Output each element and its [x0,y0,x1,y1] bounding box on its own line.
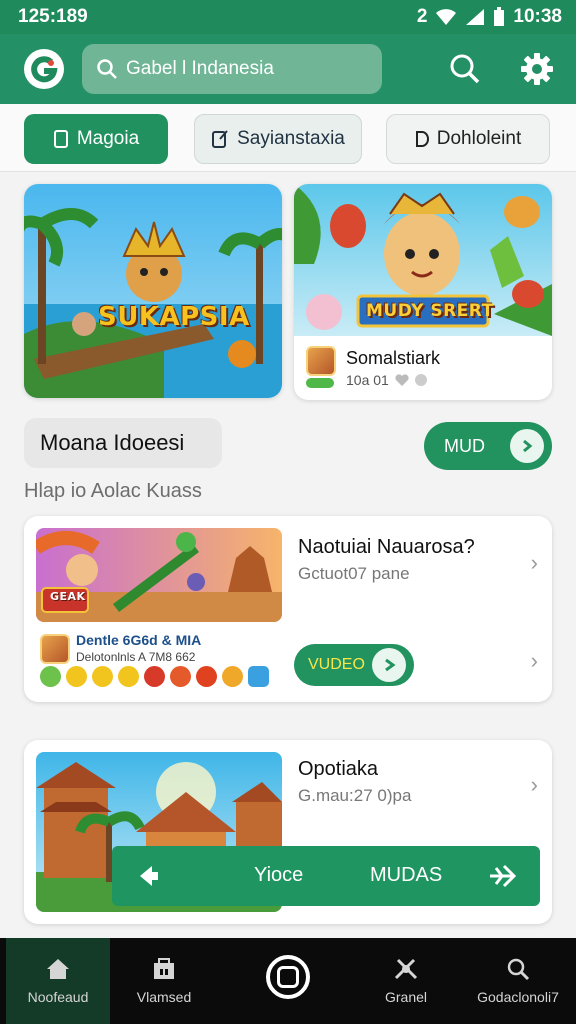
video-action-bar: Yioce MUDAS [112,846,540,906]
heart-icon [395,373,409,386]
nav-label: Noofeaud [27,989,89,1005]
nav-item-search[interactable]: Godaclonoli7 [466,938,570,1024]
nav-item-tools[interactable]: Granel [354,938,458,1024]
play-icon [385,658,396,672]
document-d-icon [415,131,429,147]
game-meta: 10a 01 [346,372,389,388]
home-icon [47,959,69,979]
featured-art-title: SUKAPSIA [98,302,250,332]
back-button[interactable] [134,862,162,896]
developer-avatar [40,634,70,664]
arrow-circle [510,429,544,463]
list-thumbnail: GEAK [36,528,282,622]
status-right-time: 10:38 [513,6,562,27]
share-icon [248,666,269,687]
rating-badge [306,378,334,388]
tab-dohloleint[interactable]: Dohloleint [386,114,550,164]
video-button-label: VUDEO [308,656,365,673]
tab-label: Dohloleint [436,128,522,149]
gem-icon [170,666,191,687]
dot-icon [414,374,427,386]
game-icon [306,346,336,376]
section-subtitle: Hlap io Aolac Kuass [24,480,202,502]
search-button[interactable] [444,48,486,90]
tab-label: Sayianstaxia [237,128,345,149]
signal-digit: 2 [416,6,428,27]
status-time: 125:189 [18,6,88,27]
arrow-left-icon [140,866,158,886]
search-text: Gabel l Indanesia [126,58,274,79]
store-icon [154,958,174,979]
document-icon [53,130,68,148]
gem-icon [196,666,217,687]
developer-name: Dentle 6G6d & MIA [76,632,202,648]
video-button[interactable]: VUDEO [294,644,414,686]
coin-icon [66,666,87,687]
featured-game-card[interactable]: MUDY SRERT Somalstiark 10a 01 [294,184,552,400]
featured-art-title: MUDY SRERT [366,301,494,321]
list-item[interactable]: GEAK Naotuiai Nauarosa? Gctuot07 pane › … [24,516,552,702]
nav-label: Granel [384,989,428,1005]
forward-button[interactable] [486,860,520,898]
category-tabs: Magoia Sayianstaxia Dohloleint [0,104,576,172]
game-name: Somalstiark [346,348,441,368]
arrow-circle [372,648,406,682]
reward-icons [40,666,269,687]
tab-sayianstaxia[interactable]: Sayianstaxia [194,114,362,164]
list-item-meta: G.mau:27 0)pa [298,786,412,805]
game-meta-row: 10a 01 [346,372,427,388]
mud-button-label: MUD [444,435,485,456]
game-artwork [24,184,282,398]
status-bar: 125:189 2 10:38 [0,0,576,34]
settings-button[interactable] [516,48,558,90]
list-item-title: Naotuiai Nauarosa? [298,536,475,558]
thumbnail-art-title: GEAK [50,590,86,603]
video-label[interactable]: Yioce [254,864,303,887]
gem-icon [144,666,165,687]
chevron-right-icon[interactable]: › [531,648,538,674]
nav-item-home[interactable]: Noofeaud [6,938,110,1024]
search-icon [97,59,117,79]
system-home-button[interactable] [266,955,310,999]
search-icon [507,958,530,981]
banana-icon [222,666,243,687]
reward-icon [40,666,61,687]
nav-label: Vlamsed [136,989,192,1005]
chevron-right-icon[interactable]: › [531,550,538,576]
gear-icon [521,53,553,85]
tools-icon [394,958,418,980]
search-icon [450,54,480,84]
section-title: Moana Idoeesi [24,418,222,468]
app-logo[interactable] [24,49,64,89]
tab-label: Magoia [76,128,140,149]
home-square-icon [277,966,299,988]
mud-button[interactable]: MUD [424,422,552,470]
developer-meta: Delotonlnls A 7M8 662 [76,650,196,664]
list-item-meta: Gctuot07 pane [298,564,410,583]
list-item-title: Opotiaka [298,758,379,780]
coin-icon [92,666,113,687]
nav-item-store[interactable]: Vlamsed [112,938,216,1024]
chevron-right-icon [523,439,533,453]
chevron-right-icon[interactable]: › [531,772,538,798]
search-field[interactable]: Gabel l Indanesia [82,44,382,94]
status-icons: 2 10:38 [417,6,562,28]
cell-signal-icon [466,9,485,25]
logo-icon [31,56,58,83]
featured-game-card[interactable]: SUKAPSIA [24,184,282,398]
coin-icon [118,666,139,687]
wifi-icon [436,9,457,25]
battery-icon [494,7,505,26]
mudas-label[interactable]: MUDAS [370,864,442,887]
tab-magoia[interactable]: Magoia [24,114,168,164]
edit-document-icon [212,130,228,148]
game-artwork [36,528,282,622]
app-bar: Gabel l Indanesia [0,34,576,104]
nav-label: Godaclonoli7 [477,989,559,1005]
double-arrow-right-icon [490,864,517,888]
